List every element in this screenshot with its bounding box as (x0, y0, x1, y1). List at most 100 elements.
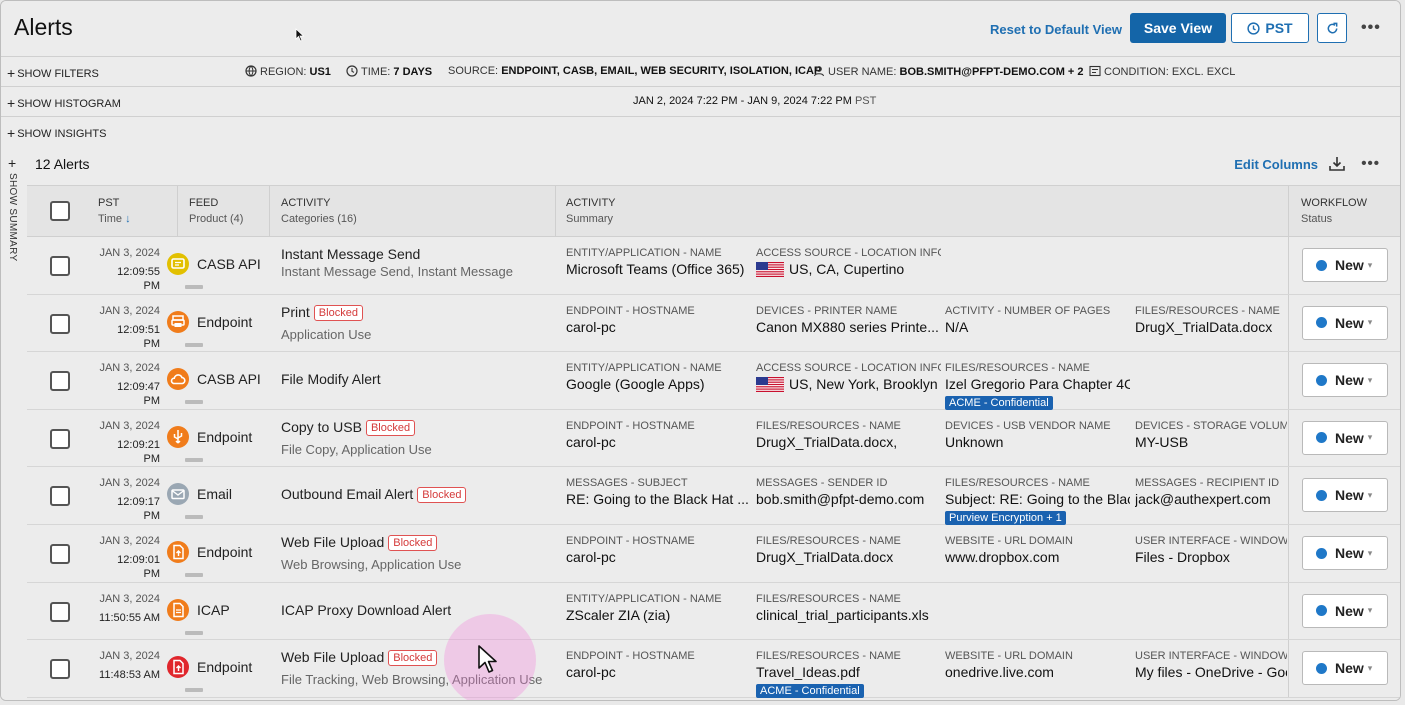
show-summary-label: SHOW SUMMARY (7, 173, 18, 262)
condition-icon (1089, 65, 1101, 77)
summary-field: FILES/RESOURCES - NAME DrugX_TrialData.do… (756, 535, 901, 565)
globe-icon (245, 65, 257, 77)
summary-field: ENTITY/APPLICATION - NAME ZScaler ZIA (zi… (566, 592, 722, 623)
table-row[interactable]: JAN 3, 2024 12:09:01 PM Endpoint Web File U… (27, 525, 1400, 583)
show-histogram-toggle[interactable]: + SHOW HISTOGRAM (7, 94, 121, 111)
workflow-status-dropdown[interactable]: New ▾ (1302, 651, 1388, 686)
summary-field: MESSAGES - RECIPIENT ID jack@authexpert.c… (1135, 477, 1280, 508)
drag-handle[interactable] (185, 285, 203, 289)
save-view-button[interactable]: Save View (1130, 13, 1226, 43)
summary-field: FILES/RESOURCES - NAME clinical_trial_par… (756, 592, 929, 623)
row-activity-title: Copy to USB Blocked (281, 419, 416, 436)
drag-handle[interactable] (185, 573, 203, 577)
filters-bar: + SHOW FILTERS REGION: US1 TIME: 7 DAYS S… (1, 56, 1400, 86)
summary-field: FILES/RESOURCES - NAME Travel_Ideas.pdf AC… (756, 650, 901, 699)
column-activity-categories[interactable]: ACTIVITY Categories (16) (281, 195, 357, 227)
row-product: Email (197, 486, 233, 503)
status-dot (1316, 662, 1327, 674)
insights-bar: + SHOW INSIGHTS (1, 116, 1400, 146)
workflow-status-dropdown[interactable]: New ▾ (1302, 248, 1388, 282)
edit-columns-link[interactable]: Edit Columns (1234, 157, 1318, 172)
row-product: CASB API (197, 256, 261, 272)
timezone-button[interactable]: PST (1231, 13, 1309, 43)
summary-field: FILES/RESOURCES - NAME DrugX_TrialData.do… (756, 419, 901, 450)
drag-handle[interactable] (185, 457, 203, 462)
reset-default-view-link[interactable]: Reset to Default View (990, 22, 1122, 37)
row-product: ICAP (197, 601, 230, 618)
filter-region: REGION: US1 (245, 65, 331, 78)
row-activity-categories: Web Browsing, Application Use (281, 557, 462, 572)
download-icon[interactable] (1328, 155, 1346, 173)
sensitivity-tag: ACME - Confidential (756, 684, 864, 699)
summary-field: FILES/RESOURCES - NAME DrugX_TrialData.do… (1135, 304, 1280, 335)
summary-field: ENTITY/APPLICATION - NAME Google (Google … (566, 362, 722, 393)
select-all-checkbox[interactable] (50, 201, 70, 221)
workflow-status-dropdown[interactable]: New ▾ (1302, 593, 1388, 628)
summary-field: ENDPOINT - HOSTNAME carol-pc (566, 535, 695, 565)
page-title: Alerts (14, 14, 73, 40)
drag-handle[interactable] (185, 688, 203, 693)
file-icon (167, 598, 189, 621)
row-checkbox[interactable] (50, 544, 70, 564)
chevron-down-icon: ▾ (1367, 489, 1373, 500)
summary-field: USER INTERFACE - WINDOW T Files - Dropbox (1135, 535, 1287, 565)
table-row[interactable]: JAN 3, 2024 12:09:55 PM CASB API Instant Me… (27, 237, 1400, 295)
table-more-icon[interactable]: ••• (1361, 155, 1380, 172)
workflow-status-dropdown[interactable]: New ▾ (1302, 305, 1388, 340)
page-header: Alerts Reset to Default View Save View P… (1, 1, 1400, 56)
row-checkbox[interactable] (50, 256, 70, 276)
table-row[interactable]: JAN 3, 2024 11:48:53 AM Endpoint Web File U… (27, 640, 1400, 699)
row-product: Endpoint (197, 428, 253, 445)
drag-handle[interactable] (185, 630, 203, 635)
drag-handle[interactable] (185, 400, 203, 405)
column-feed[interactable]: FEED Product (4) (189, 195, 243, 227)
row-activity-title: ICAP Proxy Download Alert (281, 601, 452, 618)
plus-icon: + (8, 155, 17, 171)
summary-field: DEVICES - STORAGE VOLUME MY-USB (1135, 419, 1287, 450)
column-time[interactable]: PST Time ↓ (98, 195, 131, 227)
table-row[interactable]: JAN 3, 2024 12:09:47 PM CASB API File Modif… (27, 352, 1400, 411)
status-dot (1316, 374, 1327, 386)
show-filters-toggle[interactable]: + SHOW FILTERS (7, 64, 99, 81)
table-row[interactable]: JAN 3, 2024 12:09:51 PM Endpoint Print Block… (27, 294, 1400, 353)
column-workflow-status[interactable]: WORKFLOW Status (1301, 195, 1367, 227)
workflow-status-dropdown[interactable]: New ▾ (1302, 536, 1388, 570)
column-activity-summary[interactable]: ACTIVITY Summary (566, 195, 616, 227)
row-checkbox[interactable] (50, 371, 70, 392)
summary-sidebar[interactable]: + SHOW SUMMARY (1, 147, 27, 700)
row-datetime: JAN 3, 2024 11:50:55 AM (99, 592, 160, 624)
more-options-icon[interactable]: ••• (1361, 19, 1381, 37)
us-flag-icon (756, 377, 784, 393)
workflow-status-dropdown[interactable]: New ▾ (1302, 478, 1388, 513)
summary-field: ACCESS SOURCE - LOCATION INFO US, New Yor… (756, 362, 941, 393)
table-row[interactable]: JAN 3, 2024 11:50:55 AM ICAP ICAP Proxy Dow… (27, 582, 1400, 641)
row-checkbox[interactable] (50, 486, 70, 507)
show-insights-toggle[interactable]: + SHOW INSIGHTS (7, 124, 106, 141)
printer-icon (167, 310, 189, 333)
row-checkbox[interactable] (50, 601, 70, 622)
chevron-down-icon: ▾ (1367, 374, 1373, 385)
table-row[interactable]: JAN 3, 2024 12:09:21 PM Endpoint Copy to US… (27, 409, 1400, 468)
workflow-status-dropdown[interactable]: New ▾ (1302, 420, 1388, 455)
file-upload-icon (167, 541, 189, 563)
us-flag-icon (756, 262, 784, 277)
row-checkbox[interactable] (50, 313, 70, 334)
row-product: Endpoint (197, 544, 253, 560)
refresh-button[interactable] (1317, 13, 1347, 43)
summary-field: ENTITY/APPLICATION - NAME Microsoft Teams… (566, 247, 745, 277)
chevron-down-icon: ▾ (1367, 605, 1373, 616)
row-activity-title: Web File Upload Blocked (281, 649, 438, 667)
row-activity-title: Web File Upload Blocked (281, 534, 438, 551)
workflow-status-dropdown[interactable]: New ▾ (1302, 363, 1388, 398)
chevron-down-icon: ▾ (1367, 317, 1373, 328)
chevron-down-icon: ▾ (1367, 259, 1373, 270)
sensitivity-tag: Purview Encryption + 1 (945, 511, 1066, 526)
drag-handle[interactable] (185, 515, 203, 520)
row-checkbox[interactable] (50, 659, 70, 680)
chevron-down-icon: ▾ (1367, 547, 1373, 558)
row-activity-categories: File Copy, Application Use (281, 441, 432, 457)
summary-field: USER INTERFACE - WINDOW T My files - OneD… (1135, 650, 1287, 681)
table-row[interactable]: JAN 3, 2024 12:09:17 PM Email Outbound Emai… (27, 467, 1400, 526)
row-checkbox[interactable] (50, 428, 70, 449)
drag-handle[interactable] (185, 342, 203, 347)
